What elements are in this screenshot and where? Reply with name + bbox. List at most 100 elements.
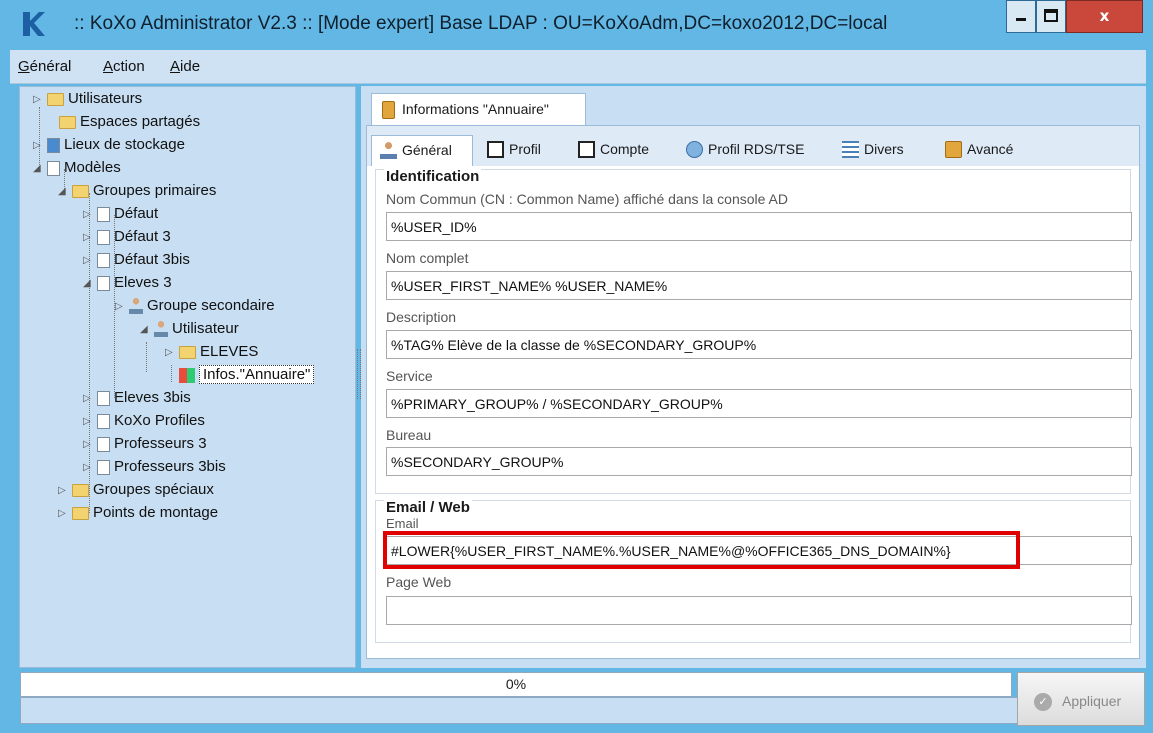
book-icon xyxy=(382,101,395,119)
cn-input[interactable]: %USER_ID% xyxy=(386,212,1132,241)
template-doc-icon xyxy=(97,390,110,406)
tab-divers[interactable]: Divers xyxy=(834,135,910,166)
tree-item-points-de-montage[interactable]: ▷ Points de montage xyxy=(58,504,218,526)
account-icon xyxy=(578,141,595,158)
progress-bar: 0% xyxy=(20,672,1012,697)
identification-title: Identification xyxy=(384,168,482,185)
tree-item-koxo-profiles[interactable]: ▷ KoXo Profiles xyxy=(83,412,205,434)
bureau-input[interactable]: %SECONDARY_GROUP% xyxy=(386,447,1132,476)
template-doc-icon xyxy=(97,229,110,245)
expand-icon[interactable]: ▷ xyxy=(33,94,45,105)
template-doc-icon xyxy=(97,275,110,291)
tree-item-lieux-de-stockage[interactable]: ▷ Lieux de stockage xyxy=(33,136,185,158)
collapse-icon[interactable]: ◢ xyxy=(33,163,45,174)
inner-tab-bar: Général Profil Compte Profil RDS/TSE Div… xyxy=(367,126,1139,166)
email-web-title: Email / Web xyxy=(384,499,472,516)
tree-item-professeurs-3bis[interactable]: ▷ Professeurs 3bis xyxy=(83,458,226,480)
service-input[interactable]: %PRIMARY_GROUP% / %SECONDARY_GROUP% xyxy=(386,389,1132,418)
expand-icon[interactable]: ▷ xyxy=(83,232,95,243)
profile-icon xyxy=(487,141,504,158)
expand-icon[interactable]: ▷ xyxy=(58,508,70,519)
nom-complet-label: Nom complet xyxy=(386,250,469,266)
storage-icon xyxy=(47,137,60,153)
tree-item-defaut-3[interactable]: ▷ Défaut 3 xyxy=(83,228,171,250)
expand-icon[interactable]: ▷ xyxy=(83,393,95,404)
progress-text: 0% xyxy=(505,676,527,692)
page-web-label: Page Web xyxy=(386,574,452,590)
window-title: :: KoXo Administrator V2.3 :: [Mode expe… xyxy=(74,13,888,34)
expand-icon[interactable]: ▷ xyxy=(83,439,95,450)
close-icon: x xyxy=(1099,7,1110,25)
tree-item-utilisateur[interactable]: ◢ Utilisateur xyxy=(140,320,239,342)
tab-avance[interactable]: Avancé xyxy=(937,135,1019,166)
expand-icon[interactable]: ▷ xyxy=(83,209,95,220)
collapse-icon[interactable]: ◢ xyxy=(140,324,152,335)
tree-item-utilisateurs[interactable]: ▷ Utilisateurs xyxy=(33,90,142,112)
tab-informations-annuaire[interactable]: Informations "Annuaire" xyxy=(371,93,586,126)
menu-bar: Général Action Aide xyxy=(10,50,1146,84)
template-doc-icon xyxy=(97,206,110,222)
nom-complet-input[interactable]: %USER_FIRST_NAME% %USER_NAME% xyxy=(386,271,1132,300)
page-web-input[interactable] xyxy=(386,596,1132,625)
folder-icon xyxy=(179,345,196,359)
maximize-button[interactable] xyxy=(1036,0,1066,33)
group-icon xyxy=(129,298,143,315)
template-doc-icon xyxy=(97,413,110,429)
app-window: :: KoXo Administrator V2.3 :: [Mode expe… xyxy=(0,0,1153,733)
expand-icon[interactable]: ▷ xyxy=(115,301,127,312)
tree-item-modeles[interactable]: ◢ Modèles xyxy=(33,159,121,181)
email-label: Email xyxy=(386,516,419,531)
cn-label: Nom Commun (CN : Common Name) affiché da… xyxy=(386,191,789,207)
tab-content: Général Profil Compte Profil RDS/TSE Div… xyxy=(366,125,1140,659)
menu-general[interactable]: Général xyxy=(18,58,71,75)
close-button[interactable]: x xyxy=(1066,0,1143,33)
folder-icon xyxy=(72,483,89,497)
check-icon: ✓ xyxy=(1034,693,1052,711)
tree-item-eleves[interactable]: ▷ ELEVES xyxy=(165,343,258,365)
expand-icon[interactable]: ▷ xyxy=(83,255,95,266)
tree-item-defaut-3bis[interactable]: ▷ Défaut 3bis xyxy=(83,251,190,273)
tab-profil[interactable]: Profil xyxy=(479,135,547,166)
tree-item-groupes-primaires[interactable]: ◢ Groupes primaires xyxy=(58,182,216,204)
apply-button[interactable]: ✓ Appliquer xyxy=(1017,672,1145,726)
tree-item-espaces-partages[interactable]: Espaces partagés xyxy=(45,113,200,135)
template-doc-icon xyxy=(97,436,110,452)
menu-action[interactable]: Action xyxy=(103,58,145,75)
tree-item-groupes-speciaux[interactable]: ▷ Groupes spéciaux xyxy=(58,481,214,503)
windows-logo-icon xyxy=(179,367,195,383)
description-input[interactable]: %TAG% Elève de la classe de %SECONDARY_G… xyxy=(386,330,1132,359)
tree-item-defaut[interactable]: ▷ Défaut xyxy=(83,205,158,227)
navigation-tree: ▷ Utilisateurs Espaces partagés ▷ Lieux de… xyxy=(19,86,356,668)
tab-profil-rds-tse[interactable]: Profil RDS/TSE xyxy=(678,135,810,166)
expand-icon[interactable]: ▷ xyxy=(83,416,95,427)
main-panel: Informations "Annuaire" Général Profil C… xyxy=(361,86,1146,668)
title-bar: :: KoXo Administrator V2.3 :: [Mode expe… xyxy=(0,0,1153,50)
minimize-icon xyxy=(1016,18,1026,21)
tab-compte[interactable]: Compte xyxy=(570,135,655,166)
expand-icon[interactable]: ▷ xyxy=(58,485,70,496)
expand-icon[interactable]: ▷ xyxy=(83,462,95,473)
tree-item-infos-annuaire[interactable]: Infos."Annuaire" xyxy=(165,365,315,388)
shared-space-icon xyxy=(59,115,76,129)
tree-item-groupe-secondaire[interactable]: ▷ Groupe secondaire xyxy=(115,297,275,319)
status-bar xyxy=(20,697,1145,724)
collapse-icon[interactable]: ◢ xyxy=(58,186,70,197)
expand-icon[interactable]: ▷ xyxy=(165,347,177,358)
tab-general[interactable]: Général xyxy=(371,135,473,166)
users-folder-icon xyxy=(47,92,64,106)
template-doc-icon xyxy=(97,459,110,475)
minimize-button[interactable] xyxy=(1006,0,1036,33)
email-highlight-box xyxy=(383,531,1020,569)
tree-item-eleves-3[interactable]: ◢ Eleves 3 xyxy=(83,274,172,296)
user-icon xyxy=(380,142,397,159)
tree-item-professeurs-3[interactable]: ▷ Professeurs 3 xyxy=(83,435,207,457)
menu-aide[interactable]: Aide xyxy=(170,58,200,75)
bureau-label: Bureau xyxy=(386,427,432,443)
koxo-logo-icon xyxy=(23,12,45,36)
tree-item-eleves-3bis[interactable]: ▷ Eleves 3bis xyxy=(83,389,191,411)
user-icon xyxy=(154,321,168,338)
expand-icon[interactable]: ▷ xyxy=(33,140,45,151)
description-label: Description xyxy=(386,309,457,325)
maximize-icon xyxy=(1044,9,1058,22)
collapse-icon[interactable]: ◢ xyxy=(83,278,95,289)
